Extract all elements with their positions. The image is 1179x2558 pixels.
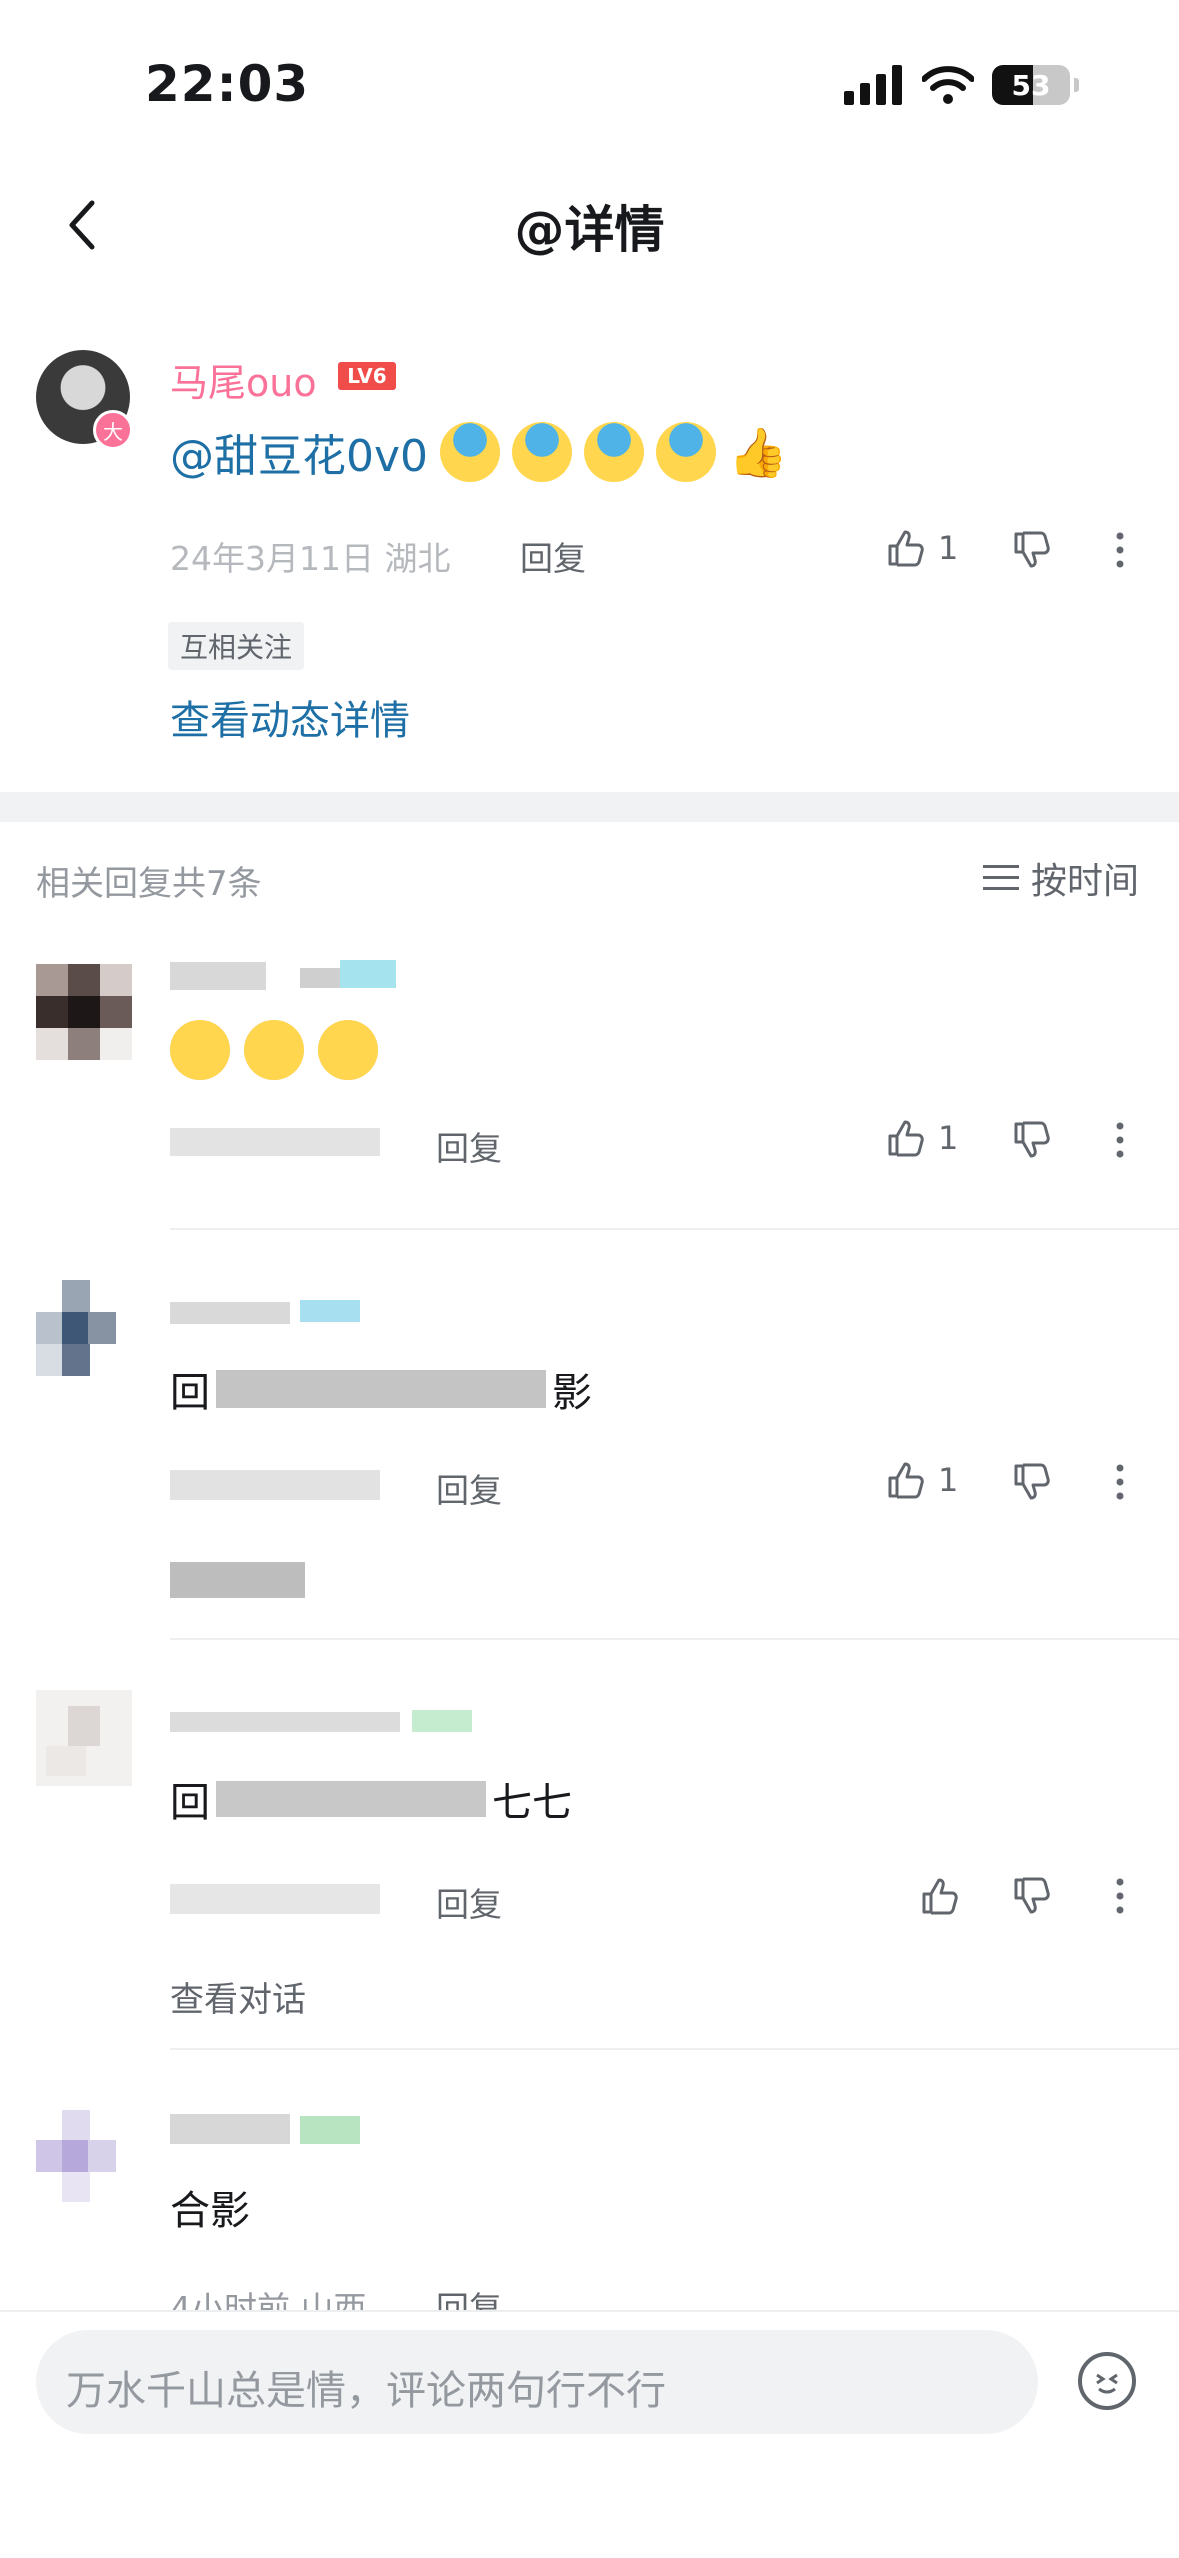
sort-list-icon	[982, 865, 1019, 890]
username-redacted	[170, 1302, 290, 1324]
emoji-row	[170, 1020, 378, 1080]
row-divider	[170, 1638, 1179, 1640]
thumb-down-icon[interactable]	[1010, 528, 1054, 572]
view-post-detail-link[interactable]: 查看动态详情	[170, 688, 410, 746]
more-options-icon[interactable]	[1098, 1118, 1142, 1162]
status-icons: 53	[844, 60, 1079, 110]
like-count: 1	[938, 529, 959, 567]
badge-redacted	[340, 960, 396, 988]
badge-redacted	[300, 2116, 360, 2144]
mention-link[interactable]: @甜豆花0v0	[170, 420, 428, 484]
laugh-cry-emoji-icon	[584, 422, 645, 482]
avatar[interactable]	[36, 2110, 116, 2206]
like-button[interactable]: 1	[884, 526, 958, 570]
badge-redacted	[412, 1710, 472, 1732]
badge-redacted	[300, 1300, 360, 1322]
meta-redacted	[170, 1470, 380, 1500]
cellular-signal-icon	[844, 65, 902, 105]
username[interactable]: 马尾ouo	[170, 352, 317, 407]
section-divider	[0, 792, 1179, 822]
battery-indicator: 53	[992, 65, 1070, 105]
battery-tip	[1074, 78, 1079, 92]
meta-redacted	[170, 1128, 380, 1156]
username-redacted	[170, 1712, 400, 1732]
thumb-down-icon[interactable]	[1010, 1460, 1054, 1504]
dizzy-grin-emoji-icon	[244, 1020, 304, 1080]
reply-item: 回 影 回复 1	[0, 1280, 1179, 1640]
row-divider	[170, 1228, 1179, 1230]
reply-button[interactable]: 回复	[520, 532, 586, 580]
reply-item: 合影 4小时前 山西 回复	[0, 2100, 1179, 2328]
thumbs-up-emoji-icon: 👍	[728, 424, 788, 481]
reply-button[interactable]: 回复	[436, 1878, 502, 1926]
more-options-icon[interactable]	[1098, 1460, 1142, 1504]
thumb-up-icon[interactable]	[918, 1874, 962, 1918]
thumb-down-icon[interactable]	[1010, 1118, 1054, 1162]
username-redacted	[170, 962, 266, 990]
reply-button[interactable]: 回复	[436, 1464, 502, 1512]
replies-count: 相关回复共7条	[36, 864, 262, 904]
like-button[interactable]: 1	[884, 1458, 958, 1502]
sort-label: 按时间	[1030, 861, 1139, 902]
laugh-cry-emoji-icon	[656, 422, 717, 482]
more-options-icon[interactable]	[1098, 528, 1142, 572]
emoji-picker-icon[interactable]	[1078, 2352, 1136, 2410]
reply-item: 回 七七 回复 查看对话	[0, 1690, 1179, 2050]
wifi-icon	[922, 66, 974, 104]
view-conversation-link-redacted[interactable]	[170, 1562, 305, 1598]
dizzy-grin-emoji-icon	[318, 1020, 378, 1080]
level-badge: LV6	[338, 362, 396, 390]
comment-content: @甜豆花0v0 👍	[170, 420, 788, 484]
content-redacted	[216, 1370, 546, 1408]
reply-content: 回 七七	[170, 1780, 572, 1826]
avatar[interactable]	[36, 1690, 132, 1786]
thumb-up-icon	[888, 1462, 924, 1499]
reply-button[interactable]: 回复	[436, 1122, 502, 1170]
avatar-badge: 大	[93, 410, 133, 450]
avatar[interactable]	[36, 964, 132, 1060]
meta-redacted	[170, 1884, 380, 1914]
username-redacted	[170, 2114, 290, 2144]
avatar[interactable]	[36, 1280, 116, 1376]
sort-button[interactable]: 按时间	[982, 852, 1139, 904]
thumb-down-icon[interactable]	[1010, 1874, 1054, 1918]
dizzy-grin-emoji-icon	[170, 1020, 230, 1080]
reply-item: 回复 1	[0, 950, 1179, 1230]
comment-input-placeholder: 万水千山总是情，评论两句行不行	[66, 2368, 666, 2414]
like-count: 1	[938, 1119, 959, 1157]
page-title: @详情	[514, 201, 665, 259]
username-redacted	[300, 968, 340, 988]
smiley-face-icon	[1096, 2373, 1118, 2394]
laugh-cry-emoji-icon	[440, 422, 501, 482]
mutual-follow-tag: 互相关注	[168, 622, 305, 670]
view-conversation-link[interactable]: 查看对话	[170, 1972, 306, 2021]
comment-date-location: 24年3月11日 湖北	[170, 539, 451, 578]
reply-content: 回 影	[170, 1370, 592, 1416]
like-button[interactable]: 1	[884, 1116, 958, 1160]
laugh-cry-emoji-icon	[512, 422, 573, 482]
thumb-up-icon	[888, 1120, 924, 1157]
content-redacted	[216, 1781, 486, 1817]
reply-content: 合影	[170, 2188, 250, 2234]
like-count: 1	[938, 1461, 959, 1499]
thumb-up-icon	[888, 530, 924, 567]
row-divider	[170, 2048, 1179, 2050]
status-time: 22:03	[145, 55, 310, 113]
battery-percent: 53	[1011, 68, 1051, 102]
more-options-icon[interactable]	[1098, 1874, 1142, 1918]
